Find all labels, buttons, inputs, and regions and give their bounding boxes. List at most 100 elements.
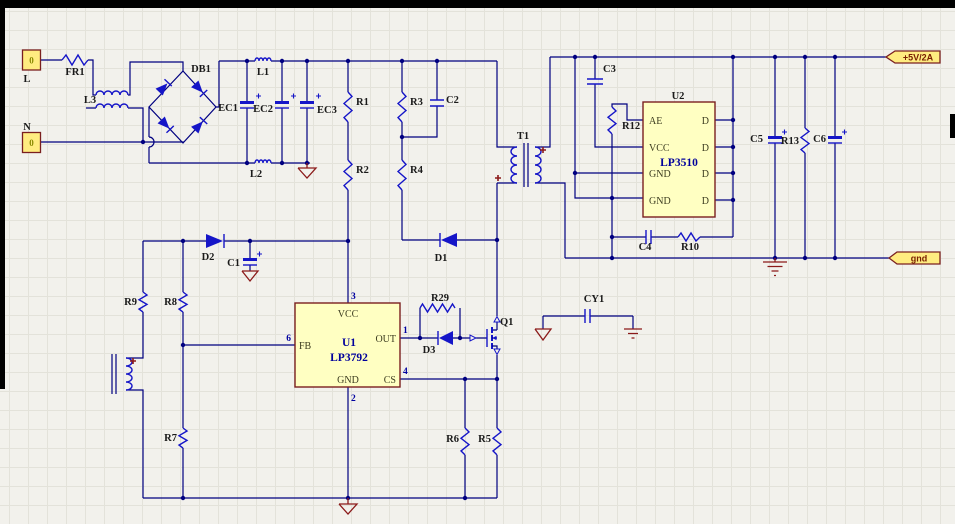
label-cy1: CY1	[584, 294, 604, 305]
label-q1: Q1	[500, 317, 513, 328]
label-d2: D2	[202, 252, 215, 263]
port-n-value: 0	[29, 138, 34, 148]
cap-C2[interactable]: C2	[430, 95, 459, 106]
u1-pinnum-2: 2	[351, 394, 356, 404]
resistor-R4[interactable]: R4	[398, 160, 424, 190]
label-r9: R9	[124, 297, 137, 308]
bridge-DB1[interactable]: DB1	[149, 64, 216, 143]
resistor-R7[interactable]: R7	[164, 428, 187, 448]
inductor-L1[interactable]: L1	[255, 58, 271, 78]
u1-pinnum-3: 3	[351, 292, 356, 302]
cap-C6[interactable]: C6	[813, 130, 847, 146]
label-r5: R5	[478, 434, 491, 445]
port-l-label: L	[23, 74, 30, 85]
u1-pin-out: OUT	[375, 334, 396, 345]
label-d3: D3	[423, 345, 436, 356]
label-db1: DB1	[191, 64, 211, 75]
u1-ref: U1	[342, 337, 356, 349]
u1-pin-vcc: VCC	[338, 309, 359, 320]
port-vout[interactable]: +5V/2A	[886, 51, 940, 63]
u1-pinnum-4: 4	[403, 367, 408, 377]
label-c2: C2	[446, 95, 459, 106]
label-c6: C6	[813, 134, 826, 145]
label-r13: R13	[781, 136, 799, 147]
chip-U2[interactable]: U2 LP3510 AE VCC GND GND D D D D	[643, 91, 715, 217]
u1-pinnum-6: 6	[286, 334, 291, 344]
fuse-FR1[interactable]: FR1	[62, 55, 88, 78]
choke-L3[interactable]: L3	[84, 91, 128, 108]
u2-pin-gnd1: GND	[649, 169, 671, 180]
u2-pin-gnd2: GND	[649, 196, 671, 207]
chip-U1[interactable]: VCC FB OUT CS GND U1 LP3792 3 6 1 4 2	[286, 292, 408, 404]
label-ec1: EC1	[218, 103, 238, 114]
schematic-drawing: FR1 L3 DB1 EC1 EC2	[0, 0, 955, 524]
label-r3: R3	[410, 97, 423, 108]
label-l2: L2	[250, 169, 262, 180]
aux-winding[interactable]	[112, 354, 136, 394]
label-ec3: EC3	[317, 105, 337, 116]
port-gnd[interactable]: gnd	[889, 252, 940, 264]
port-vout-label: +5V/2A	[903, 53, 934, 63]
label-d1: D1	[435, 253, 448, 264]
u2-ref: U2	[672, 91, 685, 102]
label-t1: T1	[517, 131, 529, 142]
port-l-value: 0	[29, 56, 34, 66]
port-gnd-label: gnd	[911, 254, 928, 264]
u2-pin-d1: D	[702, 116, 709, 127]
label-l1: L1	[257, 67, 269, 78]
cap-EC3[interactable]: EC3	[300, 94, 337, 117]
u1-pin-cs: CS	[384, 375, 396, 386]
diode-D1[interactable]: D1	[435, 233, 457, 264]
u2-pin-d2: D	[702, 143, 709, 154]
label-r10: R10	[681, 242, 699, 253]
u2-pin-d3: D	[702, 169, 709, 180]
diode-D3[interactable]: D3	[420, 331, 460, 356]
label-ec2: EC2	[253, 104, 273, 115]
label-fr1: FR1	[65, 67, 84, 78]
u1-part: LP3792	[330, 352, 368, 364]
cap-EC2[interactable]: EC2	[253, 94, 296, 116]
label-c3: C3	[603, 64, 616, 75]
label-r8: R8	[164, 297, 177, 308]
diode-D2[interactable]: D2	[202, 234, 224, 263]
port-L[interactable]: 0 L	[23, 50, 41, 85]
wires	[41, 57, 889, 498]
label-r2: R2	[356, 165, 369, 176]
resistor-R8[interactable]: R8	[164, 292, 187, 312]
transformer-T1[interactable]: T1	[495, 131, 546, 187]
u2-pin-ae: AE	[649, 116, 662, 127]
u1-pin-gnd: GND	[337, 375, 359, 386]
cap-C3[interactable]: C3	[587, 64, 616, 84]
mosfet-Q1[interactable]: Q1	[470, 317, 513, 355]
resistor-R9[interactable]: R9	[124, 292, 147, 312]
u2-part: LP3510	[660, 157, 698, 169]
port-N[interactable]: 0 N	[23, 122, 41, 153]
u1-pin-fb: FB	[299, 341, 312, 352]
label-c1: C1	[227, 258, 240, 269]
u1-pinnum-1: 1	[403, 326, 408, 336]
label-c5: C5	[750, 134, 763, 145]
resistor-R10[interactable]: R10	[678, 233, 700, 253]
resistor-R6[interactable]: R6	[446, 428, 469, 455]
resistor-R12[interactable]: R12	[608, 107, 640, 134]
label-r4: R4	[410, 165, 424, 176]
cap-CY1[interactable]: CY1	[584, 294, 604, 323]
resistor-R29[interactable]: R29	[420, 293, 455, 312]
resistor-R3[interactable]: R3	[398, 92, 423, 122]
schematic-canvas[interactable]: FR1 L3 DB1 EC1 EC2	[0, 0, 955, 524]
label-c4: C4	[639, 242, 653, 253]
port-n-label: N	[23, 122, 31, 133]
u2-pin-vcc: VCC	[649, 143, 670, 154]
cap-C1[interactable]: C1	[227, 252, 262, 270]
resistor-R1[interactable]: R1	[344, 92, 369, 122]
label-r6: R6	[446, 434, 459, 445]
label-r12: R12	[622, 121, 640, 132]
cap-C4[interactable]: C4	[639, 230, 653, 253]
u2-pin-d4: D	[702, 196, 709, 207]
resistor-R5[interactable]: R5	[478, 428, 501, 455]
label-r1: R1	[356, 97, 369, 108]
label-r29: R29	[431, 293, 449, 304]
resistor-R2[interactable]: R2	[344, 160, 369, 190]
label-l3: L3	[84, 95, 96, 106]
label-r7: R7	[164, 433, 177, 444]
